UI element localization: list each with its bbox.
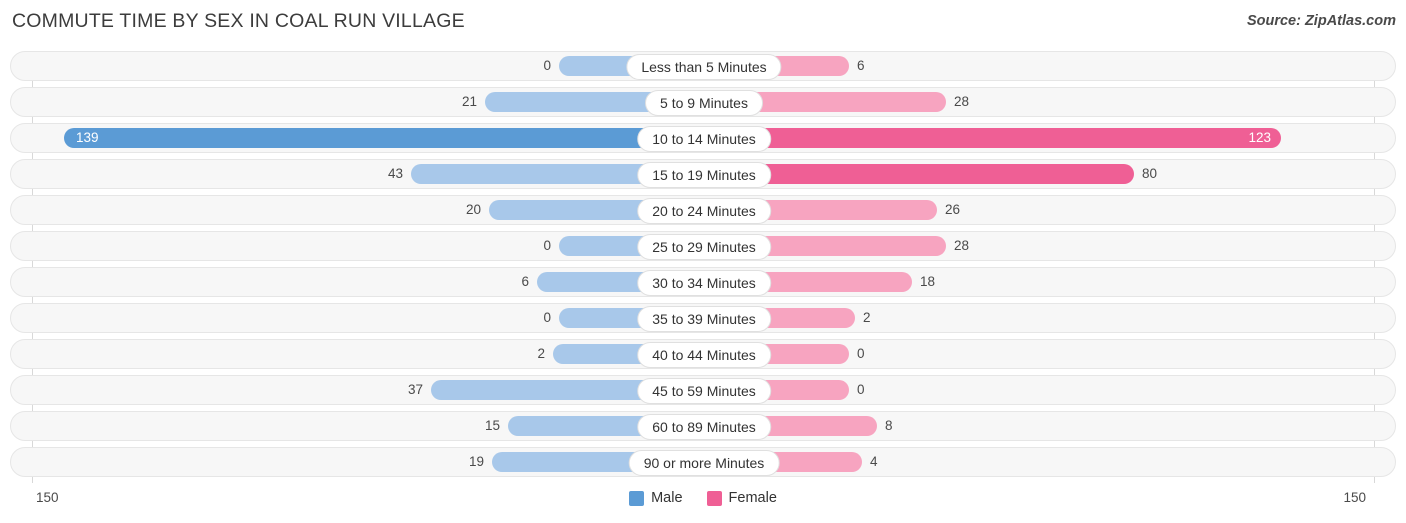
category-label-pill: 5 to 9 Minutes [645,90,763,116]
male-value-label: 0 [543,238,551,253]
legend-swatch-icon [629,490,645,506]
male-value-label: 19 [468,454,484,469]
legend-label: Female [728,490,777,506]
category-label-pill: 15 to 19 Minutes [637,162,771,188]
bar-row: 20 26 20 to 24 Minutes [10,195,1396,225]
female-value-label: 4 [870,454,878,469]
bar-row-inner: 2 0 40 to 44 Minutes [11,340,1395,368]
female-value-label: 0 [857,346,865,361]
bar-row-inner: 20 26 20 to 24 Minutes [11,196,1395,224]
bar-row: 21 28 5 to 9 Minutes [10,87,1396,117]
male-value-label: 6 [521,274,529,289]
female-value-label: 80 [1142,166,1158,181]
female-value-label: 8 [885,418,893,433]
bar-row: 37 0 45 to 59 Minutes [10,375,1396,405]
female-value-label: 26 [945,202,961,217]
legend-swatch-icon [706,490,722,506]
category-label-pill: Less than 5 Minutes [626,54,782,80]
male-value-label: 37 [407,382,423,397]
commute-time-chart: COMMUTE TIME BY SEX IN COAL RUN VILLAGE … [0,0,1406,523]
bar-row-inner: 0 6 Less than 5 Minutes [11,52,1395,80]
chart-footer: 150 150 Male Female [0,486,1406,516]
legend-item[interactable]: Male [629,490,683,506]
male-value-label: 21 [461,94,477,109]
bar-row: 2 0 40 to 44 Minutes [10,339,1396,369]
bar-row-inner: 139 123 10 to 14 Minutes [11,124,1395,152]
category-label-pill: 60 to 89 Minutes [637,414,771,440]
category-label-pill: 30 to 34 Minutes [637,270,771,296]
female-value-label: 28 [954,94,970,109]
female-value-label: 6 [857,58,865,73]
male-value-label: 2 [537,346,545,361]
male-value-label: 15 [484,418,500,433]
bar-row: 0 2 35 to 39 Minutes [10,303,1396,333]
legend: Male Female [0,486,1406,510]
category-label-pill: 10 to 14 Minutes [637,126,771,152]
plot-area: 0 6 Less than 5 Minutes 21 28 5 to 9 Minutes 1… [10,51,1396,483]
category-label-pill: 25 to 29 Minutes [637,234,771,260]
bar-row-inner: 43 80 15 to 19 Minutes [11,160,1395,188]
legend-item[interactable]: Female [706,490,777,506]
bar-row-inner: 19 4 90 or more Minutes [11,448,1395,476]
bar-row-inner: 21 28 5 to 9 Minutes [11,88,1395,116]
male-value-label: 0 [543,310,551,325]
bar-row: 0 28 25 to 29 Minutes [10,231,1396,261]
male-value-label: 0 [543,58,551,73]
bar-row: 139 123 10 to 14 Minutes [10,123,1396,153]
bar-row-inner: 0 28 25 to 29 Minutes [11,232,1395,260]
bar-row: 6 18 30 to 34 Minutes [10,267,1396,297]
legend-label: Male [651,490,683,506]
female-value-label: 2 [863,310,871,325]
bar-row-inner: 6 18 30 to 34 Minutes [11,268,1395,296]
bar-row: 43 80 15 to 19 Minutes [10,159,1396,189]
category-label-pill: 45 to 59 Minutes [637,378,771,404]
page-title: COMMUTE TIME BY SEX IN COAL RUN VILLAGE [12,10,465,32]
bar-row-inner: 15 8 60 to 89 Minutes [11,412,1395,440]
category-label-pill: 20 to 24 Minutes [637,198,771,224]
bar-row-inner: 0 2 35 to 39 Minutes [11,304,1395,332]
bar-row: 19 4 90 or more Minutes [10,447,1396,477]
female-bar [704,128,1281,148]
category-label-pill: 35 to 39 Minutes [637,306,771,332]
bar-row: 15 8 60 to 89 Minutes [10,411,1396,441]
bar-row-inner: 37 0 45 to 59 Minutes [11,376,1395,404]
male-value-label: 20 [465,202,481,217]
male-bar [64,128,704,148]
female-value-label: 28 [954,238,970,253]
female-value-label: 0 [857,382,865,397]
male-value-label: 139 [76,130,99,145]
female-value-label: 123 [1248,130,1271,145]
bar-rows-container: 0 6 Less than 5 Minutes 21 28 5 to 9 Minutes 1… [10,51,1396,477]
category-label-pill: 90 or more Minutes [628,450,780,476]
bar-row: 0 6 Less than 5 Minutes [10,51,1396,81]
source-attribution: Source: ZipAtlas.com [1246,13,1396,29]
category-label-pill: 40 to 44 Minutes [637,342,771,368]
male-value-label: 43 [387,166,403,181]
female-value-label: 18 [920,274,936,289]
